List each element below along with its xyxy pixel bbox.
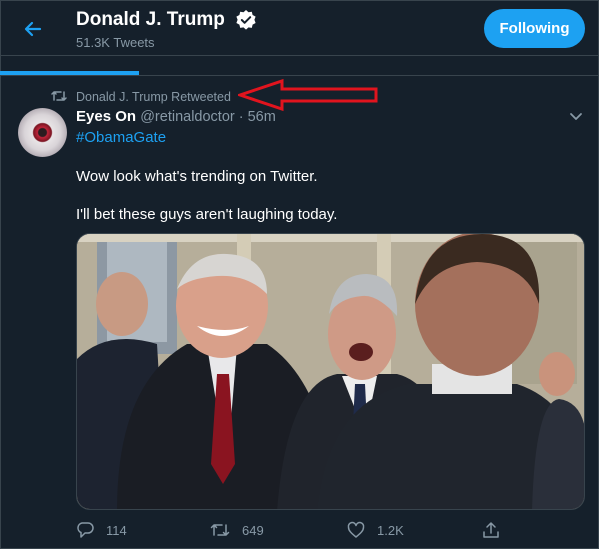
photo-illustration	[77, 234, 584, 509]
profile-header: Donald J. Trump 51.3K Tweets Following	[0, 0, 599, 60]
like-icon	[347, 521, 365, 538]
chevron-down-icon	[570, 113, 582, 120]
active-tab-indicator	[0, 71, 139, 75]
tweet-text-line: Wow look what's trending on Twitter.	[76, 168, 318, 185]
share-button[interactable]	[482, 517, 500, 543]
retweet-icon	[210, 524, 230, 536]
reply-count: 114	[106, 522, 127, 538]
retweet-icon	[51, 91, 67, 101]
share-icon	[483, 522, 499, 538]
tweet-photo[interactable]	[76, 233, 585, 510]
like-count: 1.2K	[377, 522, 404, 538]
hashtag-link[interactable]: #ObamaGate	[76, 129, 166, 146]
tweet-text-line: I'll bet these guys aren't laughing toda…	[76, 206, 338, 223]
tweet-menu-button[interactable]	[566, 109, 586, 125]
avatar[interactable]	[18, 108, 67, 157]
back-arrow-icon	[24, 21, 42, 37]
retweet-button[interactable]: 649	[210, 517, 264, 543]
retweet-label[interactable]: Donald J. Trump Retweeted	[76, 90, 231, 104]
annotation-arrow	[238, 78, 378, 112]
verified-badge-icon	[236, 10, 256, 30]
author-name[interactable]: Eyes On	[76, 108, 136, 125]
following-button[interactable]: Following	[484, 9, 585, 48]
tweet-count: 51.3K Tweets	[76, 35, 155, 50]
tweet-author-line: Eyes On @retinaldoctor · 56m	[76, 108, 276, 125]
author-handle-time[interactable]: @retinaldoctor · 56m	[140, 109, 276, 125]
retweet-count: 649	[242, 522, 264, 538]
reply-icon	[77, 522, 94, 538]
like-button[interactable]: 1.2K	[347, 517, 404, 543]
back-button[interactable]	[16, 12, 50, 46]
reply-button[interactable]: 114	[76, 517, 127, 543]
profile-name: Donald J. Trump	[76, 9, 225, 30]
tweet-actions: 114 649 1.2K	[76, 517, 585, 543]
